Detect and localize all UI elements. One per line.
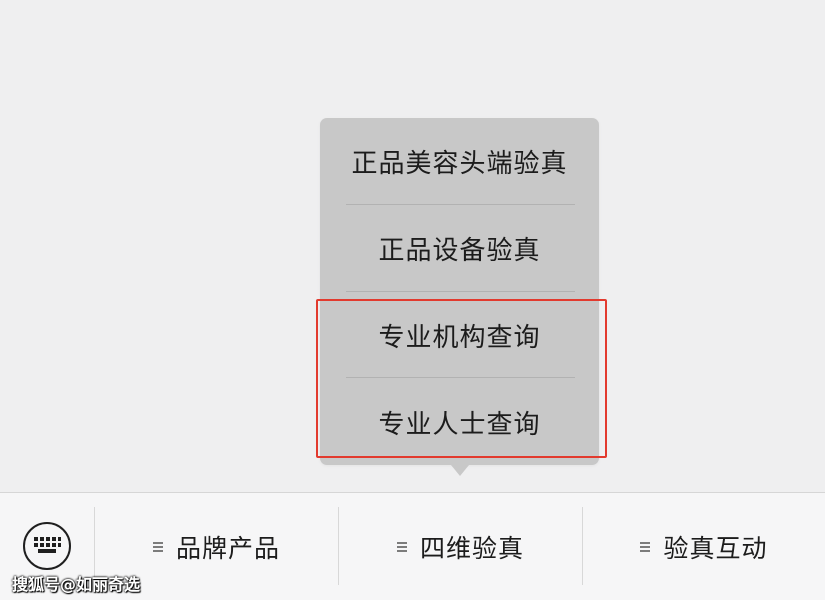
tab-label: 验真互动 xyxy=(663,533,768,563)
tab-label: 四维验真 xyxy=(419,533,524,563)
menu-item-label: 正品设备验真 xyxy=(378,235,541,266)
menu-item-institution-query[interactable]: 专业机构查询 xyxy=(320,292,599,378)
watermark-text: 搜狐号@如丽奇选 xyxy=(12,575,141,594)
tab-label: 品牌产品 xyxy=(175,533,280,563)
menu-lines-icon xyxy=(396,541,407,552)
menu-item-label: 正品美容头端验真 xyxy=(351,148,568,179)
menu-item-label: 专业人士查询 xyxy=(378,409,541,440)
menu-item-beauty-head-verify[interactable]: 正品美容头端验真 xyxy=(320,118,599,204)
tab-verify-interaction[interactable]: 验真互动 xyxy=(583,493,825,600)
tab-4d-verify[interactable]: 四维验真 xyxy=(339,493,582,600)
menu-lines-icon xyxy=(152,541,163,552)
menu-divider xyxy=(346,377,575,378)
menu-item-device-verify[interactable]: 正品设备验真 xyxy=(320,205,599,291)
keyboard-icon xyxy=(23,522,71,570)
menu-item-professional-query[interactable]: 专业人士查询 xyxy=(320,379,599,465)
menu-lines-icon xyxy=(640,541,651,552)
popup-caret xyxy=(451,465,469,476)
menu-item-label: 专业机构查询 xyxy=(378,322,541,353)
popup-menu: 正品美容头端验真 正品设备验真 专业机构查询 专业人士查询 xyxy=(320,118,599,465)
